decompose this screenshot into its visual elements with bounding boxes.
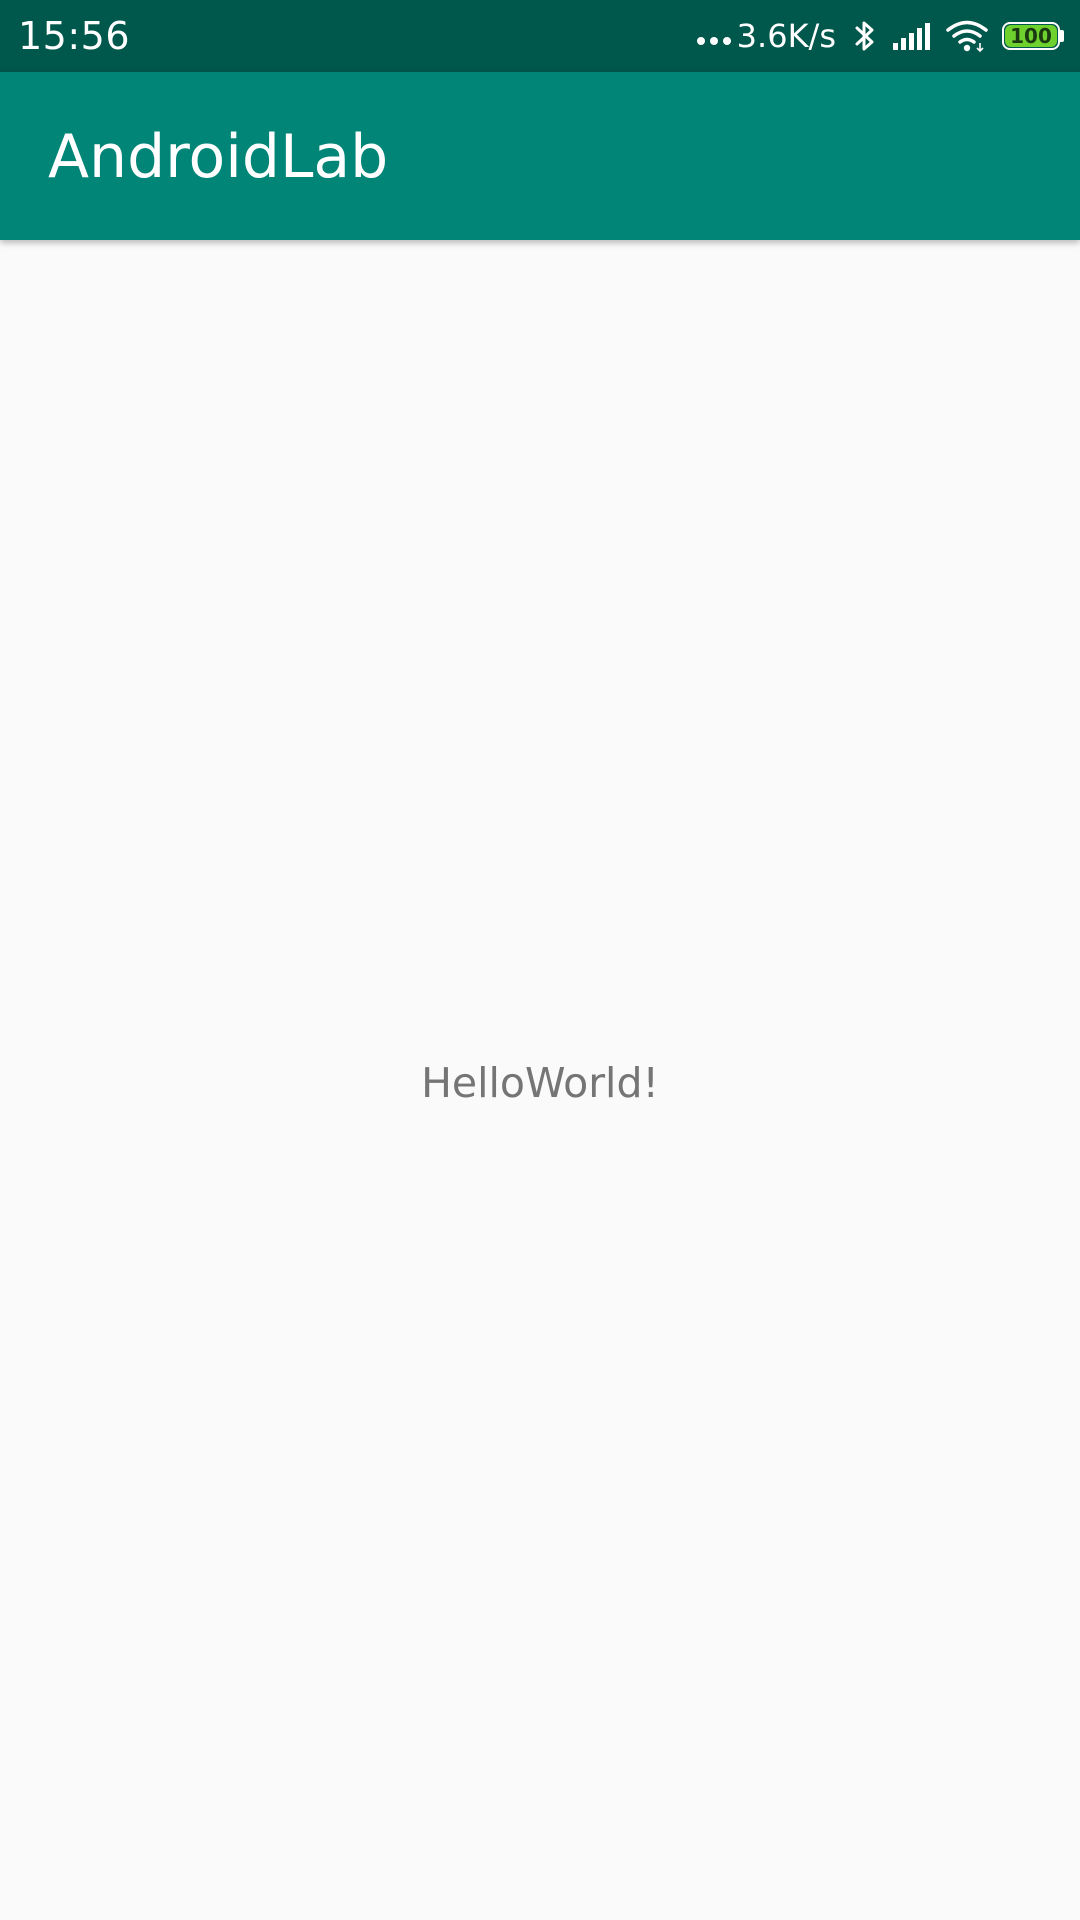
main-content: HelloWorld! — [0, 240, 1080, 1920]
status-bar: 15:56 3.6K/s 100 — [0, 0, 1080, 72]
status-icons: 3.6K/s 100 — [696, 0, 1064, 72]
network-speed: 3.6K/s — [736, 17, 836, 55]
bluetooth-icon — [855, 21, 874, 51]
status-time: 15:56 — [18, 14, 131, 58]
hello-world-text: HelloWorld! — [421, 1059, 659, 1107]
battery-level: 100 — [1010, 24, 1052, 48]
signal-icon — [893, 23, 930, 50]
app-bar: AndroidLab — [0, 72, 1080, 240]
app-title: AndroidLab — [48, 122, 389, 192]
battery-icon: 100 — [1002, 22, 1064, 50]
wifi-icon — [946, 20, 988, 53]
more-dots-icon — [696, 37, 731, 45]
screen: 15:56 3.6K/s 100 AndroidLab HelloWorld! — [0, 0, 1080, 1920]
